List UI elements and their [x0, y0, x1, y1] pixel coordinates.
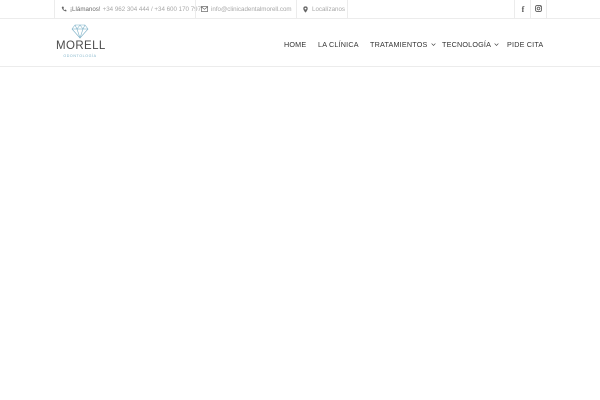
email-address[interactable]: info@clinicadentalmorell.com: [211, 6, 292, 13]
page-content: [0, 68, 600, 400]
facebook-link[interactable]: f: [515, 0, 531, 18]
phone-numbers[interactable]: +34 962 304 444 / +34 600 170 797: [103, 6, 201, 13]
top-bar-divider: [296, 0, 297, 18]
top-bar-divider: [54, 0, 55, 18]
top-bar-divider: [195, 0, 196, 18]
facebook-icon: f: [521, 4, 525, 14]
brand-name: MORELL: [56, 40, 106, 52]
phone-icon: [60, 6, 67, 13]
envelope-icon: [201, 6, 208, 13]
nav-link-label: HOME: [284, 39, 307, 49]
nav-item-home[interactable]: HOME: [284, 38, 306, 50]
phone-contact[interactable]: ¡Llámanos! +34 962 304 444 / +34 600 170…: [60, 0, 201, 18]
phone-label: ¡Llámanos!: [70, 5, 101, 13]
nav-item-tratamientos[interactable]: TRATAMIENTOS: [370, 38, 436, 50]
top-bar: ¡Llámanos! +34 962 304 444 / +34 600 170…: [0, 0, 600, 19]
brand-tagline: ODONTOLOGÍA: [63, 54, 97, 58]
nav-item-la-clinica[interactable]: LA CLÍNICA: [318, 38, 359, 50]
site-header: MORELL ODONTOLOGÍA HOME LA CLÍNICA TRATA…: [0, 19, 600, 67]
email-contact[interactable]: info@clinicadentalmorell.com: [201, 0, 292, 18]
top-bar-divider: [546, 0, 547, 18]
nav-link-label: LA CLÍNICA: [318, 39, 359, 49]
top-bar-divider: [347, 0, 348, 18]
location-link[interactable]: Localízanos: [302, 0, 345, 18]
chevron-down-icon: [494, 42, 499, 46]
instagram-link[interactable]: [530, 0, 546, 18]
nav-link-label: PIDE CITA: [507, 39, 544, 49]
nav-item-pide-cita[interactable]: PIDE CITA: [507, 38, 543, 50]
diamond-icon: [71, 24, 89, 39]
location-label[interactable]: Localízanos: [312, 6, 345, 13]
brand-logo[interactable]: MORELL ODONTOLOGÍA: [56, 24, 106, 62]
nav-link-label: TECNOLOGÍA: [442, 39, 492, 49]
instagram-icon: [534, 4, 542, 14]
chevron-down-icon: [430, 42, 436, 46]
nav-item-tecnologia[interactable]: TECNOLOGÍA: [442, 38, 499, 50]
nav-link-label: TRATAMIENTOS: [370, 39, 428, 49]
map-pin-icon: [302, 5, 309, 13]
